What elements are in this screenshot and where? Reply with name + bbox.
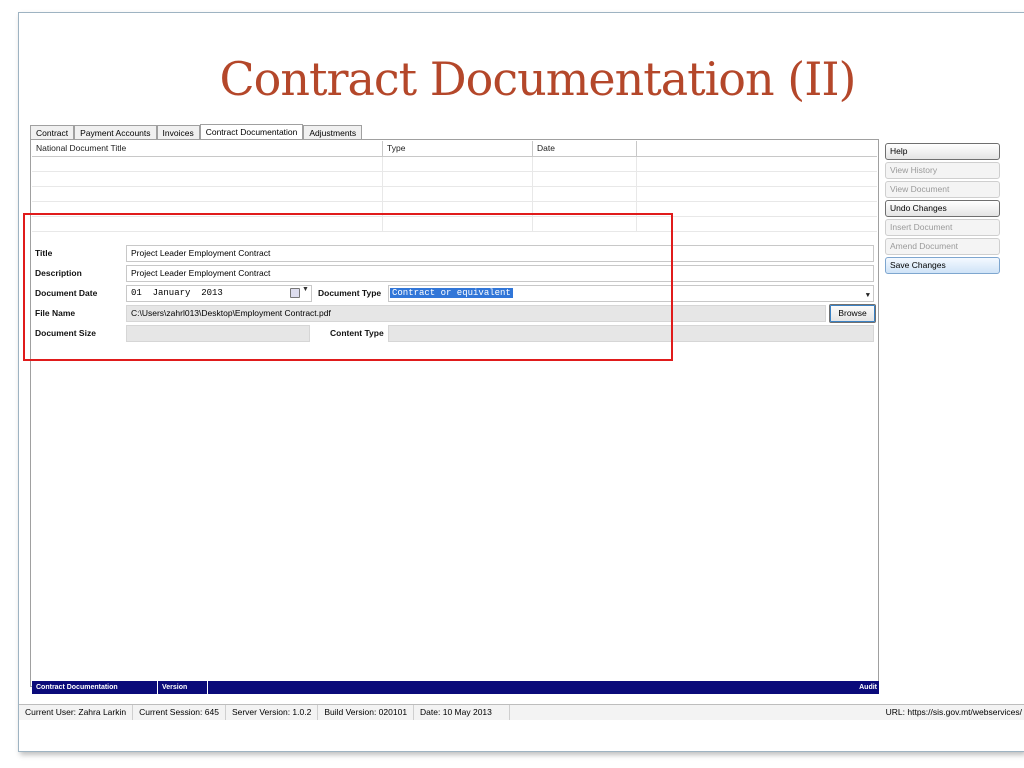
table-row[interactable] xyxy=(32,187,877,202)
column-header-date[interactable]: Date xyxy=(533,141,637,156)
tab-contract-documentation[interactable]: Contract Documentation xyxy=(199,124,304,140)
view-document-button[interactable]: View Document xyxy=(885,181,1000,198)
footer-version-label: Version xyxy=(158,681,208,694)
slide-title: Contract Documentation (II) xyxy=(219,52,856,106)
tab-adjustments[interactable]: Adjustments xyxy=(303,125,363,140)
status-current-session: Current Session: 645 xyxy=(133,705,226,720)
column-header-extra xyxy=(637,141,877,156)
status-build-version: Build Version: 020101 xyxy=(318,705,415,720)
save-changes-button[interactable]: Save Changes xyxy=(885,257,1000,274)
tab-invoices[interactable]: Invoices xyxy=(156,125,200,140)
status-bar: Current User: Zahra Larkin Current Sessi… xyxy=(19,704,1024,720)
help-button[interactable]: Help xyxy=(885,143,1000,160)
panel-footer-bar: Contract Documentation Version Audit xyxy=(32,681,879,694)
status-date: Date: 10 May 2013 xyxy=(414,705,511,720)
insert-document-button[interactable]: Insert Document xyxy=(885,219,1000,236)
status-server-version: Server Version: 1.0.2 xyxy=(226,705,319,720)
footer-audit-label: Audit xyxy=(859,684,877,691)
column-header-type[interactable]: Type xyxy=(383,141,533,156)
view-history-button[interactable]: View History xyxy=(885,162,1000,179)
tab-contract[interactable]: Contract xyxy=(30,125,75,140)
chevron-down-icon[interactable]: ▼ xyxy=(866,289,870,301)
tab-bar: Contract Payment Accounts Invoices Contr… xyxy=(30,124,363,140)
browse-button[interactable]: Browse xyxy=(829,304,876,323)
table-header: National Document Title Type Date xyxy=(32,141,877,157)
highlight-box xyxy=(23,213,673,361)
tab-payment-accounts[interactable]: Payment Accounts xyxy=(74,125,157,140)
undo-changes-button[interactable]: Undo Changes xyxy=(885,200,1000,217)
table-row[interactable] xyxy=(32,157,877,172)
column-header-title[interactable]: National Document Title xyxy=(32,141,383,156)
status-url: URL: https://sis.gov.mt/webservices/ xyxy=(885,707,1022,717)
amend-document-button[interactable]: Amend Document xyxy=(885,238,1000,255)
status-current-user: Current User: Zahra Larkin xyxy=(19,705,134,720)
action-buttons: Help View History View Document Undo Cha… xyxy=(885,143,1000,276)
table-row[interactable] xyxy=(32,172,877,187)
footer-section-label: Contract Documentation xyxy=(32,681,158,694)
